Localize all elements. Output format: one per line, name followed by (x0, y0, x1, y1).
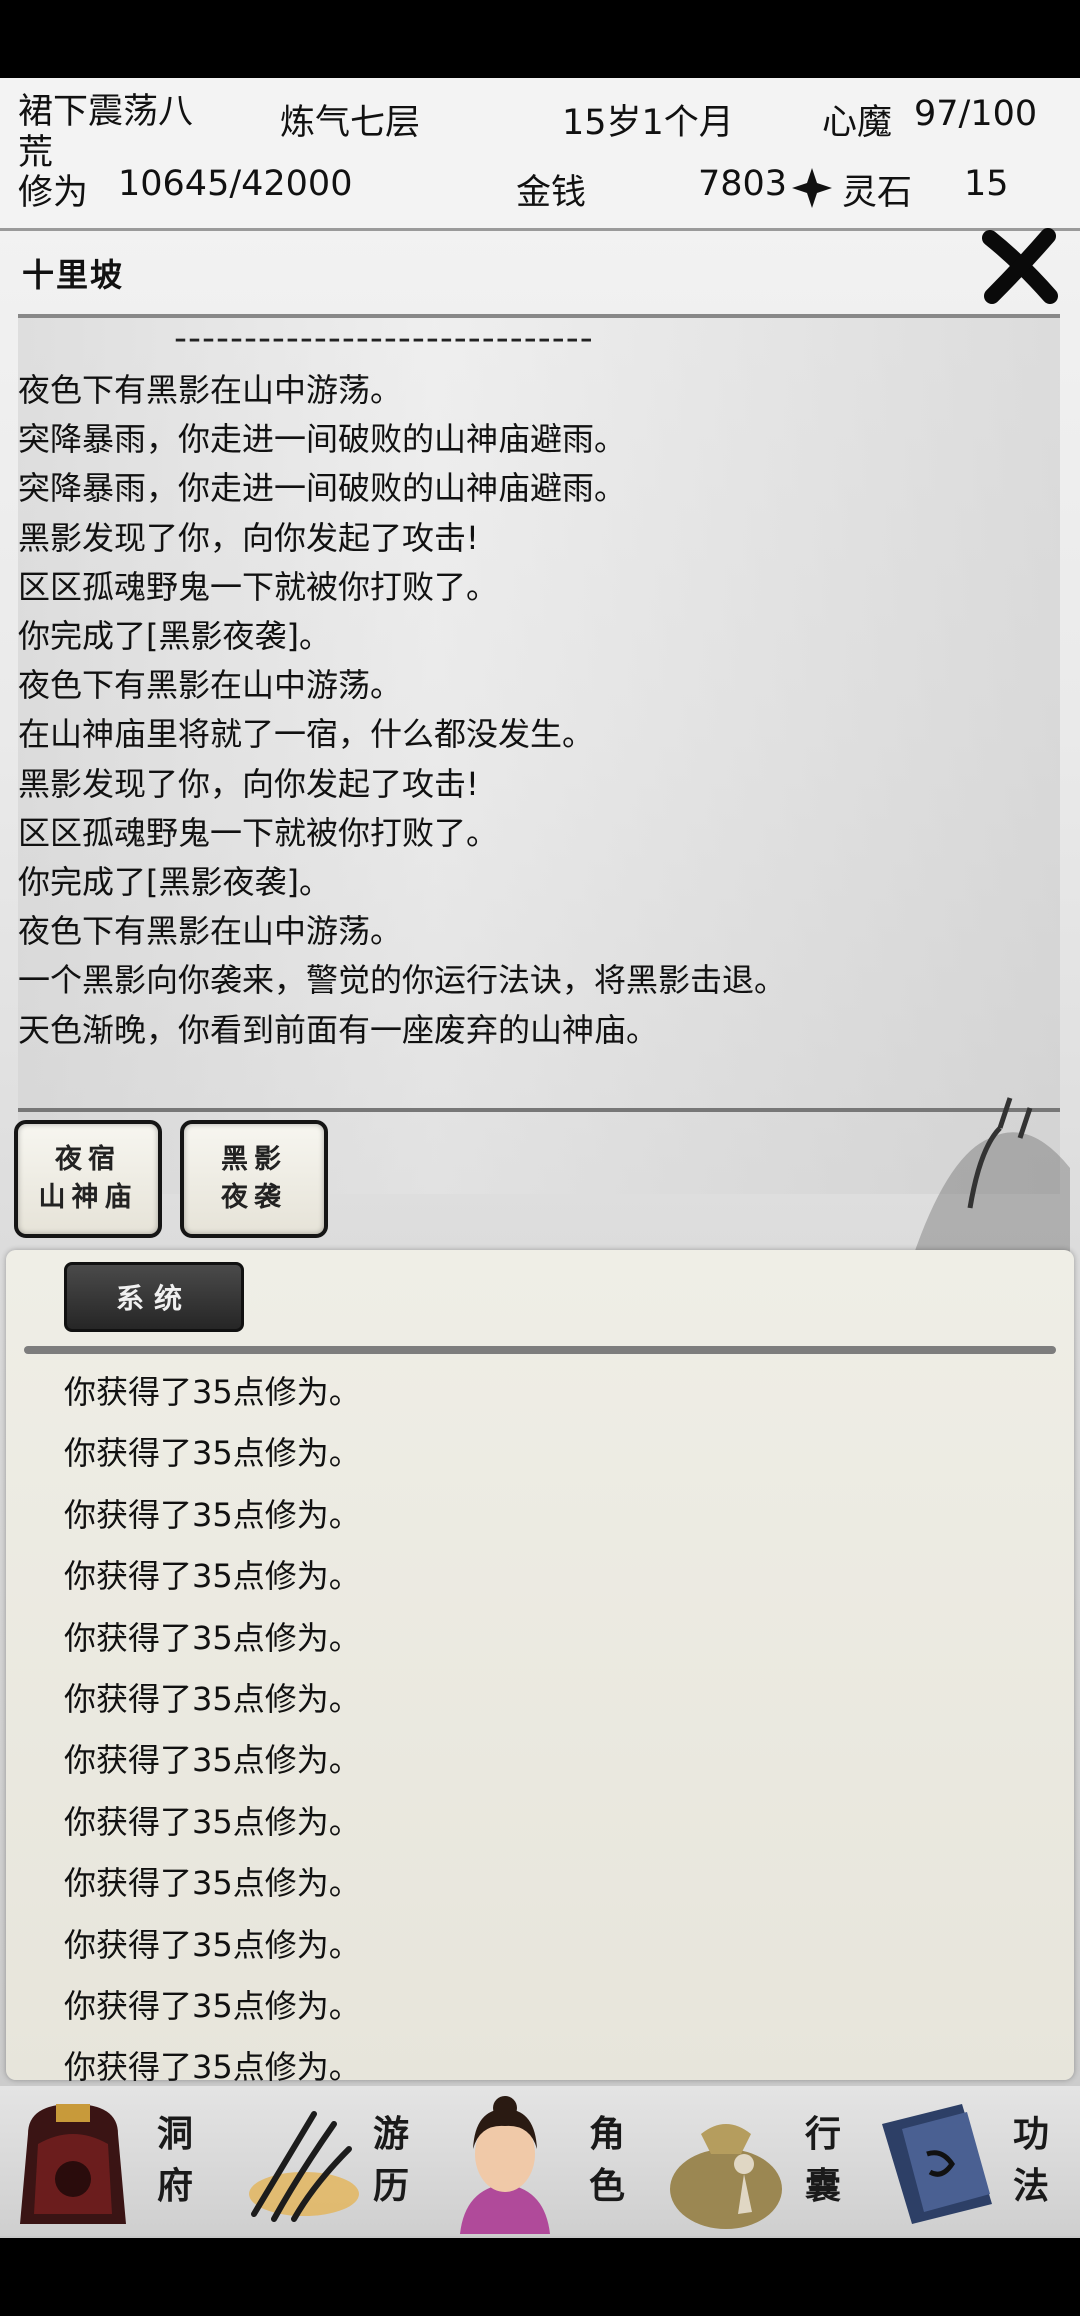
player-age: 15岁1个月 (562, 103, 734, 143)
system-log-line: 你获得了35点修为。 (64, 1373, 361, 1411)
story-line: 区区孤魂野鬼一下就被你打败了。 (18, 813, 499, 852)
story-line: 夜色下有黑影在山中游荡。 (18, 912, 403, 951)
event-button-label-line2: 山神庙 (38, 1182, 138, 1213)
money-label: 金钱 (516, 173, 587, 213)
heart-demon-value: 97/100 (914, 94, 1038, 134)
story-line: 一个黑影向你袭来，警觉的你运行法诀，将黑影击退。 (18, 961, 787, 1000)
nav-item-travel[interactable]: 游历 (216, 2086, 432, 2236)
story-line: 在山神庙里将就了一宿，什么都没发生。 (18, 715, 595, 754)
player-name: 裙下震荡八荒 (18, 92, 194, 173)
character-icon (460, 2096, 550, 2234)
story-line: 夜色下有黑影在山中游荡。 (18, 371, 403, 409)
heart-demon-label: 心魔 (822, 103, 893, 143)
system-log-line: 你获得了35点修为。 (64, 1925, 361, 1964)
spirit-stone-value: 15 (964, 164, 1009, 204)
nav-label: 功法 (1012, 2113, 1049, 2207)
cultivation-label: 修为 (18, 173, 89, 213)
system-log-panel[interactable]: 系统 你获得了35点修为。 你获得了35点修为。 你获得了35点修为。 你获得了35点… (6, 1250, 1074, 2086)
realm-level: 炼气七层 (280, 103, 421, 143)
story-line: 夜色下有黑影在山中游荡。 (18, 666, 403, 705)
story-line: 你完成了[黑影夜袭]。 (18, 617, 331, 656)
travel-icon (249, 2111, 359, 2222)
cultivation-value: 10645/42000 (118, 164, 353, 204)
system-log-lines: 你获得了35点修为。 你获得了35点修为。 你获得了35点修为。 你获得了35点修为。… (64, 1362, 361, 2099)
nav-label: 角色 (588, 2113, 625, 2207)
system-log-line: 你获得了35点修为。 (64, 1741, 361, 1780)
tab-system[interactable]: 系统 (64, 1262, 244, 1332)
spirit-stone-label: 灵石 (842, 173, 913, 213)
nav-label: 行囊 (804, 2113, 841, 2207)
system-log-line: 你获得了35点修为。 (64, 1987, 361, 2026)
story-line: 黑影发现了你，向你发起了攻击! (18, 518, 479, 557)
event-button-night-temple[interactable]: 夜宿 山神庙 (14, 1120, 162, 1238)
system-log-line: 你获得了35点修为。 (64, 1864, 361, 1903)
bag-icon (670, 2124, 782, 2229)
event-button-shadow-raid[interactable]: 黑影 夜袭 (180, 1120, 328, 1238)
nav-item-bag[interactable]: 行囊 (648, 2086, 864, 2236)
story-line: 突降暴雨，你走进一间破败的山神庙避雨。 (18, 469, 627, 508)
story-line: 你完成了[黑影夜袭]。 (18, 863, 331, 902)
header-divider (0, 228, 1080, 231)
story-line: 突降暴雨，你走进一间破败的山神庙避雨。 (18, 420, 627, 459)
close-button[interactable] (980, 226, 1060, 306)
event-button-label-line2: 夜袭 (221, 1182, 287, 1213)
skill-book-icon (882, 2104, 992, 2224)
system-log-line: 你获得了35点修为。 (64, 1680, 361, 1719)
story-lines: 夜色下有黑影在山中游荡。 突降暴雨，你走进一间破败的山神庙避雨。 突降暴雨，你走进一… (18, 366, 1060, 1055)
nav-item-skills[interactable]: 功法 (864, 2086, 1080, 2236)
system-log-line: 你获得了35点修为。 (64, 1495, 361, 1534)
story-divider: ------------------------------ (174, 318, 594, 359)
event-button-label-line1: 黑影 (221, 1144, 287, 1175)
story-line: 区区孤魂野鬼一下就被你打败了。 (18, 567, 499, 606)
money-value: 7803 (698, 164, 788, 204)
cave-mansion-icon (20, 2104, 126, 2224)
system-log-line: 你获得了35点修为。 (64, 1434, 361, 1473)
bottom-nav: 洞府 游历 角色 行 囊 功 法 (0, 2086, 1080, 2236)
system-log-line: 你获得了35点修为。 (64, 1802, 361, 1841)
spirit-stone-icon (792, 168, 832, 208)
location-title: 十里坡 (22, 256, 125, 294)
game-screen: 裙下震荡八荒 炼气七层 15岁1个月 心魔 97/100 修为 10645/42… (0, 78, 1080, 2238)
system-log-line: 你获得了35点修为。 (64, 1557, 361, 1596)
nav-label: 洞府 (156, 2113, 193, 2207)
close-icon (982, 228, 1058, 304)
nav-item-cave[interactable]: 洞府 (0, 2086, 216, 2236)
event-button-label-line1: 夜宿 (55, 1144, 121, 1175)
nav-label: 游历 (372, 2113, 409, 2207)
system-log-divider (24, 1346, 1056, 1354)
system-log-line: 你获得了35点修为。 (64, 1618, 361, 1657)
nav-item-character[interactable]: 角色 (432, 2086, 648, 2236)
status-header: 裙下震荡八荒 炼气七层 15岁1个月 心魔 97/100 修为 10645/42… (0, 78, 1080, 231)
story-line: 黑影发现了你，向你发起了攻击! (18, 764, 479, 803)
